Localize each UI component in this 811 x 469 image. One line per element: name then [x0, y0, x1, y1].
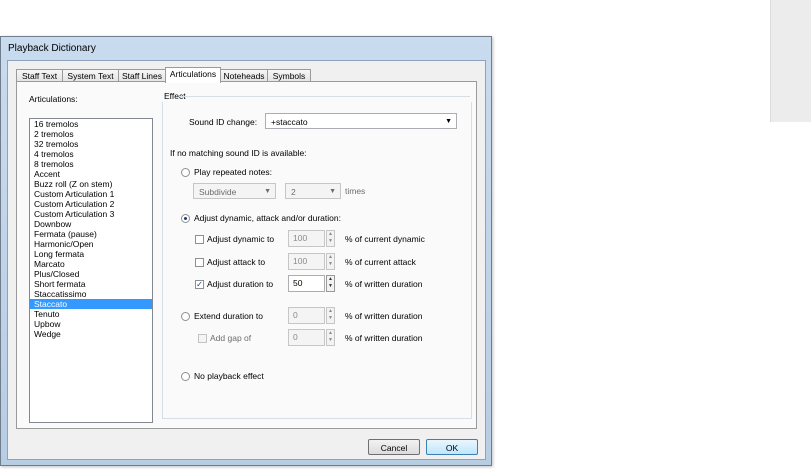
no-effect-label: No playback effect: [194, 371, 264, 381]
extend-radio[interactable]: [181, 312, 190, 321]
title-bar[interactable]: Playback Dictionary: [1, 37, 491, 59]
cancel-button[interactable]: Cancel: [368, 439, 420, 455]
chevron-down-icon: ▼: [445, 118, 452, 125]
list-item[interactable]: Marcato: [30, 259, 152, 269]
add-gap-checkbox[interactable]: [198, 334, 207, 343]
effect-group-divider: [179, 96, 470, 97]
repeat-mode-value: Subdivide: [199, 187, 237, 197]
adjust-dynamic-label: Adjust dynamic to: [207, 234, 275, 244]
adjust-dynamic-checkbox[interactable]: [195, 235, 204, 244]
add-gap-input[interactable]: 0: [288, 329, 325, 346]
list-item[interactable]: Custom Articulation 2: [30, 199, 152, 209]
no-match-text: If no matching sound ID is available:: [170, 148, 307, 158]
list-item[interactable]: 2 tremolos: [30, 129, 152, 139]
spin-arrows-icon[interactable]: ▲ ▼: [326, 275, 335, 292]
repeat-count-combo[interactable]: 2 ▼: [285, 183, 341, 199]
dialog-client-area: Staff Text System Text Staff Lines Artic…: [7, 60, 486, 460]
add-gap-suffix: % of written duration: [345, 333, 423, 343]
adjust-attack-input[interactable]: 100: [288, 253, 325, 270]
articulations-tab-page: Articulations: 16 tremolos 2 tremolos 32…: [16, 81, 477, 429]
list-item[interactable]: Buzz roll (Z on stem): [30, 179, 152, 189]
list-item[interactable]: Custom Articulation 1: [30, 189, 152, 199]
ok-button[interactable]: OK: [426, 439, 478, 455]
list-item[interactable]: 8 tremolos: [30, 159, 152, 169]
adjust-label: Adjust dynamic, attack and/or duration:: [194, 213, 341, 223]
extend-input[interactable]: 0: [288, 307, 325, 324]
spin-arrows-icon[interactable]: ▲ ▼: [326, 307, 335, 324]
adjust-attack-checkbox[interactable]: [195, 258, 204, 267]
list-item[interactable]: Short fermata: [30, 279, 152, 289]
adjust-duration-input[interactable]: 50: [288, 275, 325, 292]
sound-id-combo[interactable]: +staccato ▼: [265, 113, 457, 129]
tab-articulations[interactable]: Articulations: [165, 67, 221, 83]
add-gap-label: Add gap of: [210, 333, 252, 343]
chevron-down-icon: ▼: [329, 188, 336, 195]
adjust-radio[interactable]: [181, 214, 190, 223]
adjust-dynamic-suffix: % of current dynamic: [345, 234, 425, 244]
list-item[interactable]: Downbow: [30, 219, 152, 229]
list-item[interactable]: 4 tremolos: [30, 149, 152, 159]
window-title: Playback Dictionary: [8, 43, 96, 54]
adjust-attack-suffix: % of current attack: [345, 257, 416, 267]
list-item[interactable]: Tenuto: [30, 309, 152, 319]
play-repeated-radio[interactable]: [181, 168, 190, 177]
adjust-dynamic-input[interactable]: 100: [288, 230, 325, 247]
list-item[interactable]: Long fermata: [30, 249, 152, 259]
repeat-times-label: times: [345, 186, 366, 196]
extend-suffix: % of written duration: [345, 311, 423, 321]
adjust-duration-suffix: % of written duration: [345, 279, 423, 289]
list-item[interactable]: 16 tremolos: [30, 119, 152, 129]
list-item[interactable]: Accent: [30, 169, 152, 179]
spin-arrows-icon[interactable]: ▲ ▼: [326, 329, 335, 346]
repeat-count-value: 2: [291, 187, 296, 197]
spin-arrows-icon[interactable]: ▲ ▼: [326, 230, 335, 247]
chevron-down-icon: ▼: [264, 188, 271, 195]
articulations-list[interactable]: 16 tremolos 2 tremolos 32 tremolos 4 tre…: [29, 118, 153, 423]
list-item-selected[interactable]: Staccato: [30, 299, 152, 309]
no-effect-radio[interactable]: [181, 372, 190, 381]
adjust-duration-label: Adjust duration to: [207, 279, 274, 289]
list-item[interactable]: Fermata (pause): [30, 229, 152, 239]
check-icon: ✓: [196, 280, 203, 289]
articulations-list-label: Articulations:: [29, 94, 78, 104]
extend-label: Extend duration to: [194, 311, 263, 321]
adjust-attack-label: Adjust attack to: [207, 257, 266, 267]
list-item[interactable]: Custom Articulation 3: [30, 209, 152, 219]
list-item[interactable]: Wedge: [30, 329, 152, 339]
playback-dictionary-dialog: Playback Dictionary Staff Text System Te…: [0, 36, 492, 466]
list-item[interactable]: Staccatissimo: [30, 289, 152, 299]
list-item[interactable]: Harmonic/Open: [30, 239, 152, 249]
play-repeated-label: Play repeated notes:: [194, 167, 272, 177]
adjust-duration-checkbox[interactable]: ✓: [195, 280, 204, 289]
sound-id-label: Sound ID change:: [189, 117, 258, 127]
repeat-mode-combo[interactable]: Subdivide ▼: [193, 183, 276, 199]
background-panel: [770, 0, 811, 122]
list-item[interactable]: 32 tremolos: [30, 139, 152, 149]
list-item[interactable]: Plus/Closed: [30, 269, 152, 279]
list-item[interactable]: Upbow: [30, 319, 152, 329]
sound-id-value: +staccato: [271, 117, 308, 127]
spin-arrows-icon[interactable]: ▲ ▼: [326, 253, 335, 270]
